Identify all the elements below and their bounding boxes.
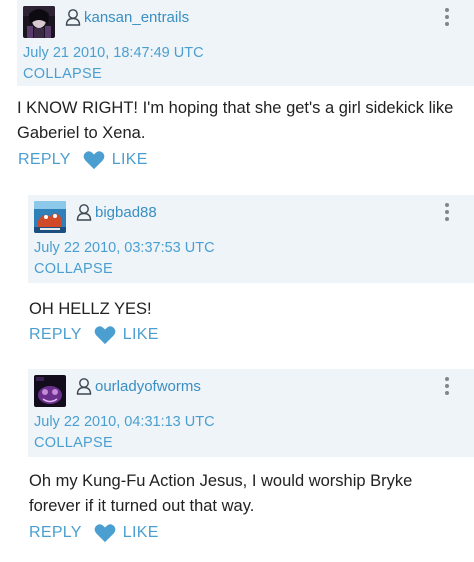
- comment-actions: REPLY LIKE: [18, 150, 148, 170]
- like-button[interactable]: LIKE: [112, 151, 148, 169]
- user-link[interactable]: bigbad88: [76, 203, 157, 221]
- timestamp[interactable]: July 22 2010, 04:31:13 UTC: [34, 414, 215, 430]
- collapse-button[interactable]: COLLAPSE: [23, 66, 102, 82]
- reply-button[interactable]: REPLY: [29, 326, 82, 344]
- comment-body: Oh my Kung-Fu Action Jesus, I would wors…: [29, 472, 413, 515]
- timestamp[interactable]: July 22 2010, 03:37:53 UTC: [34, 240, 215, 256]
- reply-button[interactable]: REPLY: [18, 151, 71, 169]
- comment-header: bigbad88 July 22 2010, 03:37:53 UTC COLL…: [28, 195, 474, 283]
- user-link[interactable]: kansan_entrails: [65, 8, 189, 26]
- avatar[interactable]: [34, 201, 66, 233]
- collapse-button[interactable]: COLLAPSE: [34, 261, 113, 277]
- heart-icon[interactable]: [83, 150, 105, 170]
- username[interactable]: kansan_entrails: [84, 9, 189, 26]
- comment-header: kansan_entrails July 21 2010, 18:47:49 U…: [17, 0, 474, 86]
- avatar[interactable]: [34, 375, 66, 407]
- kebab-menu-icon[interactable]: [444, 377, 450, 397]
- username[interactable]: ourladyofworms: [95, 378, 201, 395]
- comment-header: ourladyofworms July 22 2010, 04:31:13 UT…: [28, 369, 474, 457]
- timestamp[interactable]: July 21 2010, 18:47:49 UTC: [23, 45, 204, 61]
- user-icon: [76, 378, 92, 395]
- heart-icon[interactable]: [94, 325, 116, 345]
- kebab-menu-icon[interactable]: [444, 203, 450, 223]
- user-icon: [65, 9, 81, 26]
- comment-body: I KNOW RIGHT! I'm hoping that she get's …: [17, 99, 454, 142]
- like-button[interactable]: LIKE: [123, 524, 159, 542]
- reply-button[interactable]: REPLY: [29, 524, 82, 542]
- avatar[interactable]: [23, 6, 55, 38]
- like-button[interactable]: LIKE: [123, 326, 159, 344]
- heart-icon[interactable]: [94, 523, 116, 543]
- collapse-button[interactable]: COLLAPSE: [34, 435, 113, 451]
- user-icon: [76, 204, 92, 221]
- username[interactable]: bigbad88: [95, 204, 157, 221]
- comment-actions: REPLY LIKE: [29, 523, 159, 543]
- user-link[interactable]: ourladyofworms: [76, 377, 201, 395]
- comment-body: OH HELLZ YES!: [29, 300, 152, 318]
- kebab-menu-icon[interactable]: [444, 8, 450, 28]
- comment-actions: REPLY LIKE: [29, 325, 159, 345]
